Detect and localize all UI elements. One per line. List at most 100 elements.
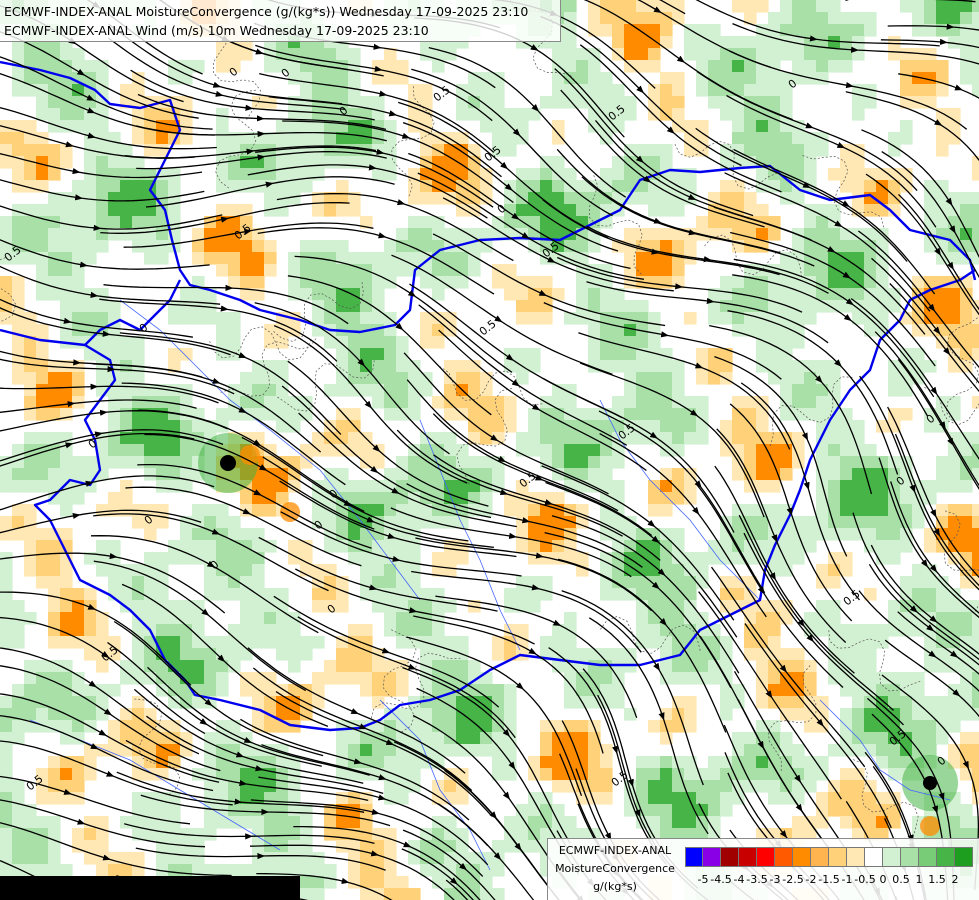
field-cell	[768, 780, 781, 793]
field-cell	[540, 444, 553, 457]
field-cell	[432, 396, 445, 409]
field-cell	[372, 336, 385, 349]
field-cell	[48, 564, 61, 577]
field-cell	[936, 288, 949, 301]
field-cell	[372, 348, 385, 361]
field-cell	[780, 12, 793, 25]
legend-swatch	[775, 847, 793, 867]
field-cell	[612, 84, 625, 97]
field-cell	[528, 540, 541, 553]
legend-swatch	[919, 847, 937, 867]
field-cell	[384, 684, 397, 697]
field-cell	[936, 84, 949, 97]
legend-tick: -2.5	[782, 873, 804, 886]
field-cell	[384, 540, 397, 553]
field-cell	[924, 600, 937, 613]
field-cell	[492, 408, 505, 421]
field-cell	[852, 696, 865, 709]
field-cell	[60, 228, 73, 241]
field-cell	[36, 708, 49, 721]
field-cell	[588, 192, 601, 205]
field-cell	[516, 204, 529, 217]
field-cell	[876, 288, 889, 301]
field-cell	[84, 456, 97, 469]
field-cell	[936, 600, 949, 613]
field-cell	[816, 624, 829, 637]
field-cell	[804, 216, 817, 229]
field-cell	[468, 372, 481, 385]
field-cell	[468, 852, 481, 865]
field-cell	[504, 744, 517, 757]
field-cell	[408, 228, 421, 241]
field-cell	[756, 168, 769, 181]
field-cell	[192, 540, 205, 553]
field-cell	[372, 564, 385, 577]
field-cell	[648, 720, 661, 733]
field-cell	[240, 624, 253, 637]
field-cell	[324, 444, 337, 457]
field-cell	[348, 672, 361, 685]
field-cell	[312, 864, 325, 877]
field-cell	[552, 84, 565, 97]
field-cell	[348, 276, 361, 289]
field-cell	[672, 432, 685, 445]
field-cell	[384, 240, 397, 253]
legend-tick: 1.5	[928, 873, 946, 886]
field-cell	[504, 588, 517, 601]
field-cell	[288, 264, 301, 277]
field-cell	[636, 768, 649, 781]
field-cell	[696, 660, 709, 673]
field-cell	[36, 852, 49, 865]
field-cell	[168, 840, 181, 853]
field-cell	[48, 264, 61, 277]
field-cell	[96, 228, 109, 241]
field-cell	[120, 588, 133, 601]
field-cell	[804, 312, 817, 325]
field-cell	[108, 684, 121, 697]
field-cell	[276, 336, 289, 349]
field-cell	[804, 528, 817, 541]
field-cell	[792, 552, 805, 565]
field-cell	[504, 816, 517, 829]
field-cell	[828, 384, 841, 397]
field-cell	[768, 60, 781, 73]
field-cell	[60, 600, 73, 613]
field-cell	[48, 816, 61, 829]
field-cell	[120, 444, 133, 457]
field-cell	[648, 636, 661, 649]
field-cell	[780, 456, 793, 469]
field-cell	[144, 228, 157, 241]
field-cell	[852, 480, 865, 493]
field-cell	[48, 636, 61, 649]
field-cell	[156, 504, 169, 517]
field-cell	[36, 456, 49, 469]
field-cell	[744, 132, 757, 145]
field-cell	[300, 540, 313, 553]
field-cell	[960, 504, 973, 517]
field-cell	[624, 348, 637, 361]
field-cell	[408, 180, 421, 193]
field-cell	[384, 264, 397, 277]
field-cell	[24, 816, 37, 829]
field-cell	[768, 336, 781, 349]
field-cell	[576, 648, 589, 661]
field-cell	[36, 684, 49, 697]
field-cell	[600, 324, 613, 337]
field-cell	[780, 540, 793, 553]
field-cell	[240, 144, 253, 157]
field-cell	[12, 624, 25, 637]
field-cell	[864, 24, 877, 37]
field-cell	[252, 432, 265, 445]
field-cell	[684, 708, 697, 721]
field-cell	[120, 456, 133, 469]
field-cell	[624, 660, 637, 673]
field-cell	[780, 156, 793, 169]
field-cell	[912, 732, 925, 745]
field-cell	[972, 516, 979, 529]
field-cell	[156, 744, 169, 757]
field-cell	[696, 432, 709, 445]
field-cell	[228, 732, 241, 745]
field-cell	[864, 324, 877, 337]
field-cell	[48, 144, 61, 157]
field-cell	[168, 696, 181, 709]
